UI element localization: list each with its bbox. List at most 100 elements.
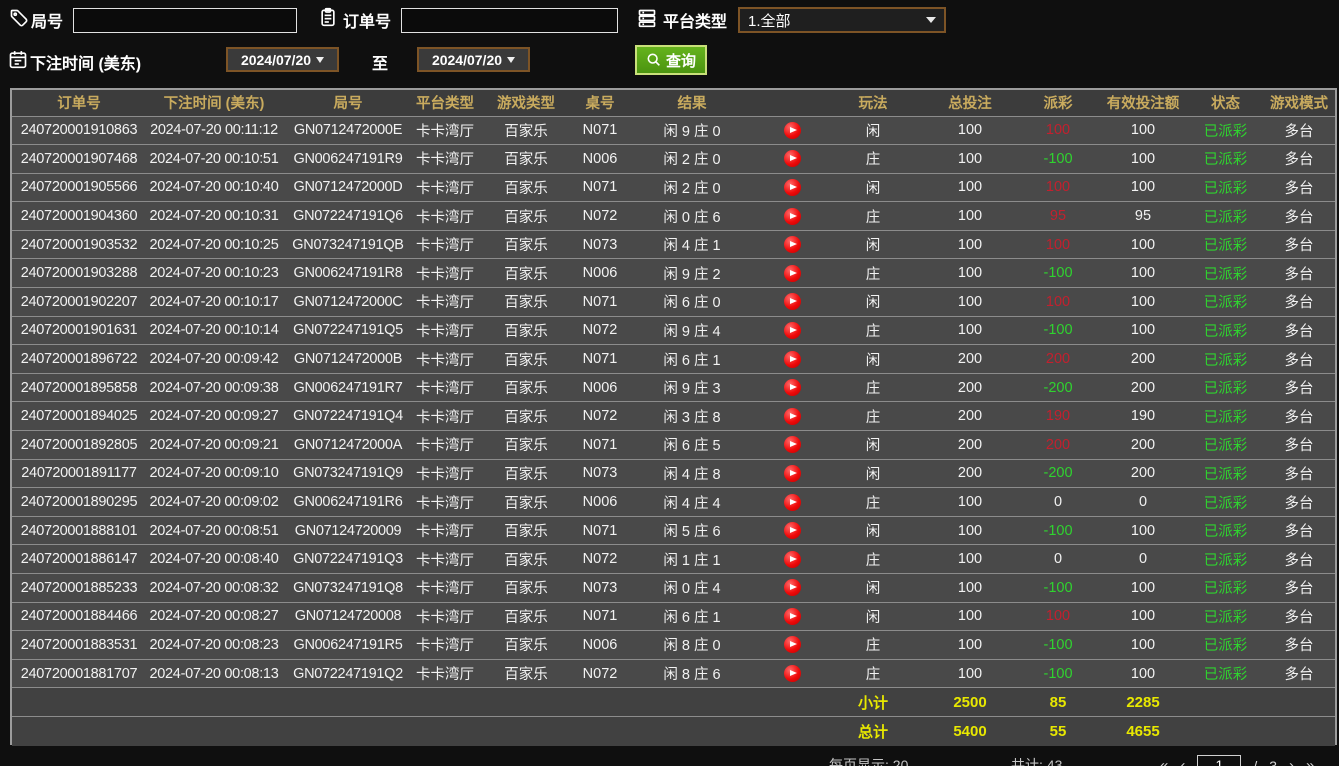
round-number-cell: GN072247191Q2: [282, 659, 414, 688]
pagination-bar: 每页显示: 20 共计: 43 « ‹ 1 / 3 › »: [0, 750, 1339, 766]
order-number-cell: 240720001907468: [12, 145, 146, 174]
round-input[interactable]: [73, 8, 297, 33]
play-video-button[interactable]: [784, 236, 801, 253]
play-video-button[interactable]: [784, 322, 801, 339]
status-cell: 已派彩: [1188, 631, 1263, 660]
play-cell: [760, 230, 824, 259]
play-icon: [790, 327, 797, 333]
play-video-button[interactable]: [784, 351, 801, 368]
play-video-button[interactable]: [784, 522, 801, 539]
order-number-cell: 240720001896722: [12, 345, 146, 374]
play-icon: [790, 413, 797, 419]
table-number-cell: N071: [576, 516, 624, 545]
subtotal-bet: 2500: [922, 688, 1018, 717]
play-cell: [760, 516, 824, 545]
table-row: 240720001902207 2024-07-20 00:10:17 GN07…: [12, 288, 1335, 317]
total-bet-cell: 200: [922, 402, 1018, 431]
result-cell: 闲 6 庄 1: [624, 602, 760, 631]
valid-bet-cell: 100: [1098, 173, 1188, 202]
platform-cell: 卡卡湾厅: [414, 459, 476, 488]
total-payout: 55: [1018, 717, 1098, 746]
round-number-cell: GN073247191Q8: [282, 574, 414, 603]
table-row: 240720001895858 2024-07-20 00:09:38 GN00…: [12, 373, 1335, 402]
play-video-button[interactable]: [784, 665, 801, 682]
play-video-button[interactable]: [784, 265, 801, 282]
round-number-cell: GN07124720009: [282, 516, 414, 545]
round-number-cell: GN0712472000B: [282, 345, 414, 374]
play-video-button[interactable]: [784, 579, 801, 596]
date-to-picker[interactable]: 2024/07/20: [417, 47, 530, 72]
table-row: 240720001883531 2024-07-20 00:08:23 GN00…: [12, 631, 1335, 660]
table-row: 240720001881707 2024-07-20 00:08:13 GN07…: [12, 659, 1335, 688]
platform-cell: 卡卡湾厅: [414, 173, 476, 202]
first-page-button[interactable]: «: [1160, 757, 1168, 766]
date-from-picker[interactable]: 2024/07/20: [226, 47, 339, 72]
play-video-button[interactable]: [784, 608, 801, 625]
play-video-button[interactable]: [784, 293, 801, 310]
total-bet-cell: 200: [922, 459, 1018, 488]
order-input[interactable]: [401, 8, 618, 33]
play-video-button[interactable]: [784, 436, 801, 453]
payout-cell: -100: [1018, 574, 1098, 603]
play-video-button[interactable]: [784, 494, 801, 511]
column-header-12: 有效投注额: [1098, 90, 1188, 116]
table-row: 240720001907468 2024-07-20 00:10:51 GN00…: [12, 145, 1335, 174]
play-cell: [760, 316, 824, 345]
game-type-cell: 百家乐: [476, 116, 576, 145]
round-number-cell: GN073247191QB: [282, 230, 414, 259]
total-count-label: 共计: 43: [1011, 755, 1062, 766]
bet-time-cell: 2024-07-20 00:09:02: [146, 488, 282, 517]
payout-cell: -100: [1018, 145, 1098, 174]
column-header-8: [760, 90, 824, 116]
column-header-11: 派彩: [1018, 90, 1098, 116]
status-cell: 已派彩: [1188, 173, 1263, 202]
platform-select[interactable]: 1.全部: [738, 7, 946, 33]
current-page-input[interactable]: 1: [1197, 755, 1241, 766]
next-page-button[interactable]: ›: [1289, 757, 1294, 766]
table-row: 240720001892805 2024-07-20 00:09:21 GN07…: [12, 431, 1335, 460]
play-cell: [760, 373, 824, 402]
play-video-button[interactable]: [784, 379, 801, 396]
play-icon: [790, 670, 797, 676]
subtotal-payout: 85: [1018, 688, 1098, 717]
round-number-cell: GN0712472000D: [282, 173, 414, 202]
total-bet-cell: 100: [922, 173, 1018, 202]
table-row: 240720001890295 2024-07-20 00:09:02 GN00…: [12, 488, 1335, 517]
search-button[interactable]: 查询: [635, 45, 707, 75]
play-video-button[interactable]: [784, 551, 801, 568]
round-number-cell: GN006247191R7: [282, 373, 414, 402]
play-video-button[interactable]: [784, 150, 801, 167]
play-video-button[interactable]: [784, 179, 801, 196]
round-number-cell: GN072247191Q4: [282, 402, 414, 431]
valid-bet-cell: 200: [1098, 459, 1188, 488]
bet-time-cell: 2024-07-20 00:10:31: [146, 202, 282, 231]
table-row: 240720001905566 2024-07-20 00:10:40 GN07…: [12, 173, 1335, 202]
bet-type-cell: 闲: [824, 173, 922, 202]
play-video-button[interactable]: [784, 208, 801, 225]
play-video-button[interactable]: [784, 408, 801, 425]
play-cell: [760, 116, 824, 145]
subtotal-row: 小计 2500 85 2285: [12, 688, 1335, 717]
play-icon: [790, 155, 797, 161]
payout-cell: 0: [1018, 545, 1098, 574]
play-icon: [790, 127, 797, 133]
bet-time-cell: 2024-07-20 00:08:23: [146, 631, 282, 660]
game-mode-cell: 多台: [1263, 516, 1335, 545]
game-type-cell: 百家乐: [476, 459, 576, 488]
game-mode-cell: 多台: [1263, 545, 1335, 574]
play-video-button[interactable]: [784, 636, 801, 653]
result-cell: 闲 2 庄 0: [624, 173, 760, 202]
payout-cell: -200: [1018, 373, 1098, 402]
play-cell: [760, 488, 824, 517]
play-video-button[interactable]: [784, 122, 801, 139]
total-valid: 4655: [1098, 717, 1188, 746]
bet-time-cell: 2024-07-20 00:10:25: [146, 230, 282, 259]
table-number-cell: N006: [576, 631, 624, 660]
bet-time-cell: 2024-07-20 00:08:51: [146, 516, 282, 545]
table-number-cell: N071: [576, 288, 624, 317]
play-icon: [790, 441, 797, 447]
prev-page-button[interactable]: ‹: [1180, 757, 1185, 766]
play-video-button[interactable]: [784, 465, 801, 482]
game-mode-cell: 多台: [1263, 316, 1335, 345]
last-page-button[interactable]: »: [1306, 757, 1314, 766]
